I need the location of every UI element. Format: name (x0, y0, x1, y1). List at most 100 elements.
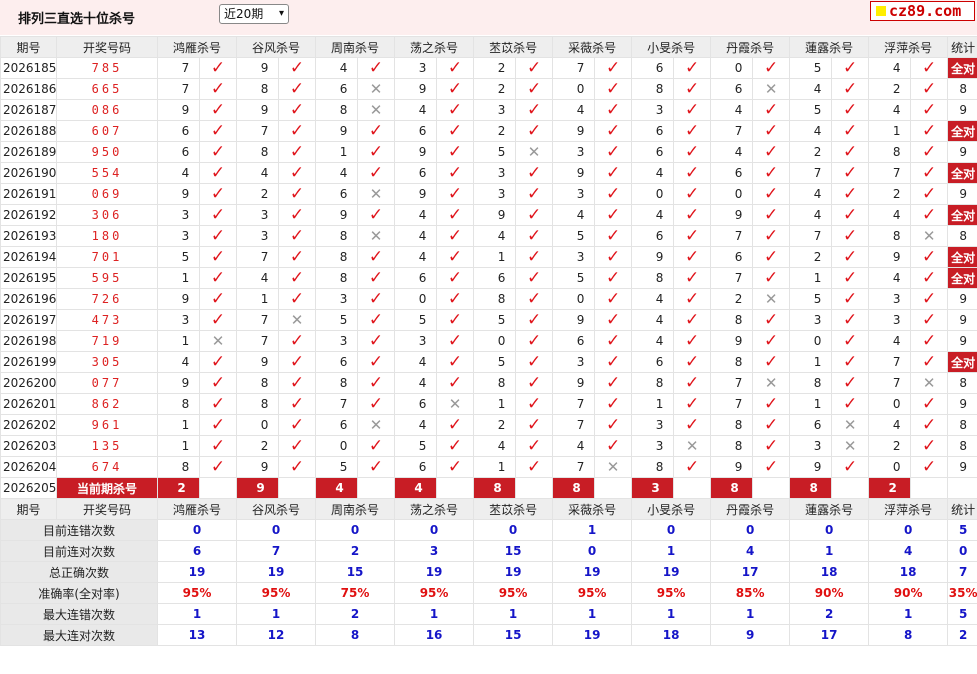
stats-total: 5 (947, 603, 977, 625)
check-icon: ✓ (763, 205, 779, 225)
kill-number-cell: 5 (789, 57, 833, 79)
kill-number-cell: 5 (315, 309, 359, 331)
check-icon: ✓ (843, 310, 858, 330)
kill-number-cell: 9 (157, 372, 200, 394)
current-kill-number: 4 (315, 477, 359, 499)
kill-number-cell: 9 (868, 246, 912, 268)
kill-number-cell: 2 (473, 57, 517, 79)
result-cell: ✓ (436, 330, 475, 352)
check-icon: ✓ (526, 79, 542, 99)
result-cell: ✓ (436, 351, 475, 373)
result-cell: ✕ (752, 288, 791, 310)
check-icon: ✓ (447, 289, 463, 309)
check-icon: ✓ (763, 352, 779, 372)
result-cell: ✓ (673, 246, 712, 268)
result-cell: ✓ (436, 456, 475, 478)
check-icon: ✓ (526, 247, 542, 267)
check-icon: ✓ (843, 205, 858, 225)
kill-number-cell: 8 (157, 393, 200, 415)
all-correct-badge: 全对 (947, 267, 977, 289)
stats-value: 19 (394, 561, 475, 583)
stats-value: 0 (236, 519, 317, 541)
header-expert: 丹霞杀号 (710, 36, 791, 58)
check-icon: ✓ (684, 121, 700, 141)
result-cell: ✓ (357, 141, 396, 163)
check-icon: ✓ (605, 268, 621, 288)
draw-number-cell: 305 (56, 351, 158, 373)
kill-number-cell: 4 (789, 183, 833, 205)
kill-number-cell: 4 (157, 162, 200, 184)
header-expert: 周南杀号 (315, 36, 396, 58)
current-empty-cell (752, 477, 791, 499)
hit-count-cell: 8 (947, 435, 977, 457)
check-icon: ✓ (684, 142, 700, 162)
draw-number-cell: 473 (56, 309, 158, 331)
result-cell: ✓ (515, 78, 554, 100)
result-cell: ✓ (357, 246, 396, 268)
check-icon: ✓ (289, 394, 305, 414)
stats-value: 6 (156, 540, 238, 562)
current-empty-cell (831, 477, 870, 499)
check-icon: ✓ (368, 289, 384, 309)
result-cell: ✓ (673, 78, 712, 100)
kill-number-cell: 3 (631, 414, 675, 436)
check-icon: ✓ (922, 121, 937, 141)
result-cell: ✓ (278, 162, 317, 184)
stats-total: 7 (947, 561, 977, 583)
result-cell: ✓ (515, 309, 554, 331)
stats-value: 1 (631, 603, 712, 625)
header-expert: 采薇杀号 (552, 498, 633, 520)
kill-number-cell: 6 (394, 393, 438, 415)
kill-number-cell: 2 (236, 183, 280, 205)
current-kill-number: 2 (157, 477, 200, 499)
result-cell: ✕ (673, 435, 712, 457)
hit-count-cell: 9 (947, 99, 977, 121)
check-icon: ✓ (210, 373, 226, 393)
table-row: 2026201 862 8 ✓ 8 ✓ 7 ✓ 6 ✕ 1 ✓ 7 ✓ 1 ✓ 7 ✓ 1 ✓ 0 ✓ 9 (0, 393, 977, 415)
stats-value: 90% (868, 582, 949, 604)
stats-value: 15 (315, 561, 396, 583)
kill-number-cell: 8 (631, 456, 675, 478)
result-cell: ✓ (436, 120, 475, 142)
result-cell: ✓ (515, 162, 554, 184)
kill-number-cell: 1 (157, 435, 200, 457)
kill-number-cell: 9 (631, 246, 675, 268)
check-icon: ✓ (684, 100, 700, 120)
kill-number-cell: 1 (236, 288, 280, 310)
issue-cell: 2026192 (0, 204, 57, 226)
result-cell: ✓ (278, 435, 317, 457)
period-select[interactable]: 近20期 ▾ (219, 4, 289, 24)
table-row: 2026190 554 4 ✓ 4 ✓ 4 ✓ 6 ✓ 3 ✓ 9 ✓ 4 ✓ 6 ✓ 7 ✓ 7 ✓ 全对 (0, 162, 977, 184)
issue-cell: 2026191 (0, 183, 57, 205)
result-cell: ✓ (752, 456, 791, 478)
table-row: 2026204 674 8 ✓ 9 ✓ 5 ✓ 6 ✓ 1 ✓ 7 ✕ 8 ✓ 9 ✓ 9 ✓ 0 ✓ 9 (0, 456, 977, 478)
result-cell: ✕ (910, 372, 949, 394)
cross-icon: ✕ (764, 80, 778, 98)
stats-value: 85% (710, 582, 791, 604)
result-cell: ✕ (357, 225, 396, 247)
site-logo[interactable]: cz89.com (870, 1, 975, 21)
hit-count-cell: 8 (947, 372, 977, 394)
chevron-down-icon: ▾ (278, 8, 284, 19)
result-cell: ✓ (515, 330, 554, 352)
check-icon: ✓ (763, 247, 779, 267)
kill-number-cell: 8 (710, 435, 754, 457)
issue-cell: 2026187 (0, 99, 57, 121)
check-icon: ✓ (526, 184, 542, 204)
check-icon: ✓ (605, 373, 621, 393)
check-icon: ✓ (922, 79, 937, 99)
result-cell: ✓ (910, 141, 949, 163)
kill-number-cell: 5 (552, 225, 596, 247)
kill-number-cell: 7 (710, 372, 754, 394)
check-icon: ✓ (605, 289, 621, 309)
stats-row: 最大连对次数 13 12 8 16 15 19 18 9 17 8 2 (0, 624, 977, 646)
check-icon: ✓ (447, 436, 463, 456)
kill-number-cell: 4 (868, 57, 912, 79)
check-icon: ✓ (605, 205, 621, 225)
kill-number-cell: 6 (552, 330, 596, 352)
stats-value: 12 (236, 624, 317, 646)
result-cell: ✓ (752, 393, 791, 415)
kill-number-cell: 3 (473, 162, 517, 184)
logo-square-icon (876, 6, 886, 16)
check-icon: ✓ (210, 247, 226, 267)
